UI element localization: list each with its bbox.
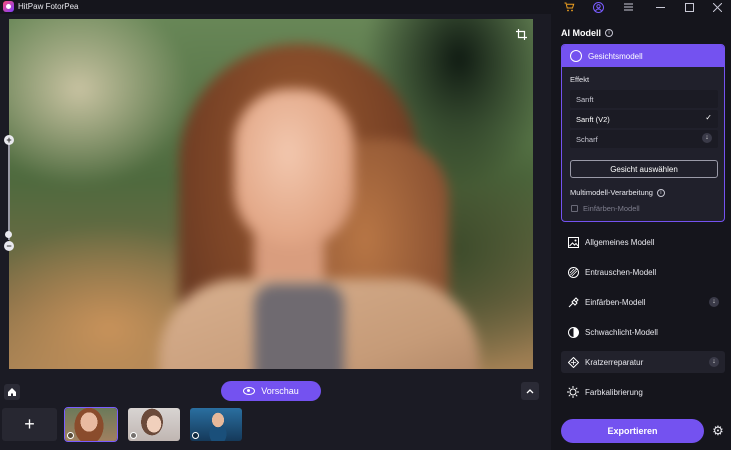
info-icon[interactable]: i: [605, 29, 613, 37]
thumbnail-2[interactable]: [128, 408, 180, 441]
zoom-handle[interactable]: [5, 231, 12, 238]
thumbnail-1[interactable]: [64, 407, 118, 442]
colorize-checkbox-row[interactable]: Einfärben-Modell: [571, 204, 640, 213]
model-scratch-repair[interactable]: Kratzerreparatur ↓: [561, 351, 725, 373]
checkbox[interactable]: [571, 205, 578, 212]
title-bar: HitPaw FotorPea: [0, 0, 731, 14]
close-icon[interactable]: [711, 1, 723, 13]
app-logo-icon: [3, 1, 14, 12]
collapse-button[interactable]: [521, 382, 539, 400]
eye-icon: [243, 387, 256, 395]
option-label: Scharf: [576, 134, 598, 144]
checkmark-icon: ✓: [705, 113, 712, 122]
effect-option-soft[interactable]: Sanft: [570, 90, 718, 108]
model-lowlight[interactable]: Schwachlicht-Modell: [561, 321, 725, 343]
portrait-photo: [9, 19, 533, 369]
chevron-up-icon: [526, 389, 534, 394]
zoom-in-icon[interactable]: +: [4, 135, 14, 145]
calibrate-icon: [567, 386, 579, 398]
face-model-card: Gesichtsmodell Effekt Sanft Sanft (V2) ✓…: [561, 44, 725, 222]
checkbox-label: Einfärben-Modell: [583, 204, 640, 213]
model-label: Einfärben-Modell: [585, 297, 646, 307]
lowlight-icon: [567, 326, 579, 338]
option-label: Sanft: [576, 94, 594, 104]
user-icon[interactable]: [592, 1, 604, 13]
model-general[interactable]: Allgemeines Modell: [561, 231, 725, 253]
image-canvas[interactable]: [9, 19, 533, 369]
multimodel-label: Multimodell-Verarbeitung i: [570, 188, 665, 197]
status-badge-icon: [192, 432, 199, 439]
app-title: HitPaw FotorPea: [18, 2, 79, 11]
status-badge-icon: [130, 432, 137, 439]
model-color-calibration[interactable]: Farbkalibrierung: [561, 381, 725, 403]
download-icon[interactable]: ↓: [709, 297, 719, 307]
download-icon[interactable]: ↓: [709, 357, 719, 367]
preview-button[interactable]: Vorschau: [221, 381, 321, 401]
maximize-icon[interactable]: [683, 1, 695, 13]
image-icon: [567, 236, 579, 248]
menu-icon[interactable]: [622, 1, 634, 13]
effect-label: Effekt: [570, 75, 590, 84]
model-label: Farbkalibrierung: [585, 387, 643, 397]
preview-label: Vorschau: [261, 386, 299, 396]
info-icon[interactable]: i: [656, 188, 665, 197]
effect-option-sharp[interactable]: Scharf ↓: [570, 130, 718, 148]
minimize-icon[interactable]: [654, 1, 666, 13]
model-denoise[interactable]: Entrauschen-Modell: [561, 261, 725, 283]
home-button[interactable]: [4, 384, 20, 400]
add-image-button[interactable]: +: [2, 408, 57, 441]
cart-icon[interactable]: [563, 1, 575, 13]
face-model-header[interactable]: Gesichtsmodell: [562, 45, 724, 67]
denoise-icon: [567, 266, 579, 278]
panel-title-text: AI Modell: [561, 28, 601, 38]
model-label: Schwachlicht-Modell: [585, 327, 658, 337]
app-window: HitPaw FotorPea + − Vorschau + AI Modell…: [0, 0, 731, 450]
crop-icon[interactable]: [515, 29, 527, 41]
option-label: Sanft (V2): [576, 114, 610, 124]
status-badge-icon: [67, 432, 74, 439]
zoom-out-icon[interactable]: −: [4, 241, 14, 251]
colorize-icon: [567, 296, 579, 308]
gear-icon[interactable]: ⚙: [711, 424, 725, 438]
panel-title: AI Modell i: [561, 28, 613, 38]
zoom-slider[interactable]: [8, 140, 10, 240]
model-label: Entrauschen-Modell: [585, 267, 657, 277]
model-colorize[interactable]: Einfärben-Modell ↓: [561, 291, 725, 313]
export-button[interactable]: Exportieren: [561, 419, 704, 443]
face-icon: [570, 50, 582, 62]
model-label: Allgemeines Modell: [585, 237, 655, 247]
download-icon[interactable]: ↓: [702, 133, 712, 143]
effect-option-soft-v2[interactable]: Sanft (V2) ✓: [570, 110, 718, 128]
face-model-label: Gesichtsmodell: [588, 51, 643, 61]
scratch-icon: [567, 356, 579, 368]
model-panel: AI Modell i Gesichtsmodell Effekt Sanft …: [551, 14, 731, 450]
thumbnail-3[interactable]: [190, 408, 242, 441]
home-icon: [8, 388, 16, 396]
multimodel-text: Multimodell-Verarbeitung: [570, 188, 653, 197]
model-label: Kratzerreparatur: [585, 357, 644, 367]
select-face-button[interactable]: Gesicht auswählen: [570, 160, 718, 178]
